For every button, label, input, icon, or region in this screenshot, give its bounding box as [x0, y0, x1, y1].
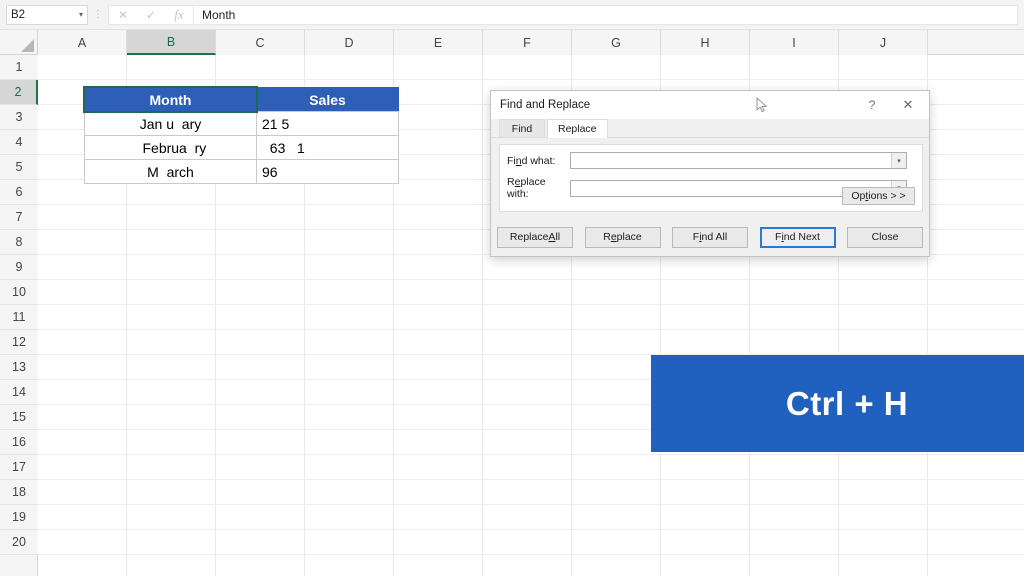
- row-header-9[interactable]: 9: [0, 255, 38, 280]
- formula-bar: B2 ▾ ⋮ ✕ ✓ fx Month: [0, 0, 1024, 30]
- close-icon[interactable]: ✕: [891, 91, 925, 119]
- row-header-10[interactable]: 10: [0, 280, 38, 305]
- row-header-3[interactable]: 3: [0, 105, 38, 130]
- grid-line-horizontal: [38, 479, 1024, 480]
- cell-month-february[interactable]: Februa ry: [84, 135, 257, 160]
- data-table: Month Sales Jan u ary 21 5 Februa ry 63 …: [83, 86, 399, 184]
- column-header-f[interactable]: F: [483, 30, 572, 55]
- column-header-d[interactable]: D: [305, 30, 394, 55]
- table-header-sales[interactable]: Sales: [256, 87, 399, 112]
- dialog-footer: Replace All Re place Fi nd All Fi nd Next C…: [491, 218, 929, 256]
- row-header-5[interactable]: 5: [0, 155, 38, 180]
- grid-line-vertical: [482, 55, 483, 576]
- formula-input[interactable]: Month: [193, 4, 1018, 25]
- dialog-body: Find what: ▾ Replace with: ▾ Options > >: [499, 144, 923, 212]
- grid-line-horizontal: [38, 304, 1024, 305]
- name-box-value: B2: [11, 8, 26, 21]
- chevron-down-icon[interactable]: ▾: [891, 153, 906, 168]
- table-row: Februa ry 63 1: [84, 135, 399, 160]
- column-header-j[interactable]: J: [839, 30, 928, 55]
- dialog-titlebar[interactable]: Find and Replace ? ✕: [491, 91, 929, 119]
- help-button[interactable]: ?: [855, 91, 889, 119]
- row-header-19[interactable]: 19: [0, 505, 38, 530]
- vertical-dots-icon[interactable]: ⋮: [88, 9, 108, 20]
- row-header-14[interactable]: 14: [0, 380, 38, 405]
- column-header-a[interactable]: A: [38, 30, 127, 55]
- find-next-button[interactable]: Fi nd Next: [759, 226, 836, 248]
- row-headers: 1 2 3 4 5 6 7 8 9 10 11 12 13 14 15 16 17 18 19 20: [0, 55, 38, 576]
- row-header-8[interactable]: 8: [0, 230, 38, 255]
- tab-find[interactable]: Find: [499, 119, 545, 137]
- table-header-month[interactable]: Month: [83, 86, 258, 113]
- row-header-20[interactable]: 20: [0, 530, 38, 555]
- find-and-replace-dialog[interactable]: Find and Replace ? ✕ Find Replace Find w…: [490, 90, 930, 257]
- insert-function-icon[interactable]: fx: [165, 7, 193, 23]
- find-what-label: Find what:: [507, 154, 556, 167]
- grid-line-horizontal: [38, 504, 1024, 505]
- grid-line-horizontal: [38, 454, 1024, 455]
- row-header-13[interactable]: 13: [0, 355, 38, 380]
- grid-line-horizontal: [38, 329, 1024, 330]
- select-all-triangle-icon: [21, 39, 34, 52]
- row-header-12[interactable]: 12: [0, 330, 38, 355]
- cell-month-january[interactable]: Jan u ary: [84, 111, 257, 136]
- options-button[interactable]: Op t ions > >: [842, 187, 915, 205]
- table-row: M arch 96: [84, 159, 399, 184]
- table-row: Jan u ary 21 5: [84, 111, 399, 136]
- grid-line-horizontal: [38, 279, 1024, 280]
- cell-sales-february[interactable]: 63 1: [256, 135, 399, 160]
- column-header-h[interactable]: H: [661, 30, 750, 55]
- row-header-4[interactable]: 4: [0, 130, 38, 155]
- row-header-6[interactable]: 6: [0, 180, 38, 205]
- formula-input-value: Month: [202, 7, 236, 22]
- column-header-c[interactable]: C: [216, 30, 305, 55]
- row-header-18[interactable]: 18: [0, 480, 38, 505]
- row-header-15[interactable]: 15: [0, 405, 38, 430]
- mouse-pointer-icon: [756, 97, 768, 113]
- row-header-2[interactable]: 2: [0, 80, 38, 105]
- replace-button[interactable]: Re place: [584, 226, 661, 248]
- find-what-row: Find what: ▾: [507, 152, 922, 169]
- row-header-7[interactable]: 7: [0, 205, 38, 230]
- replace-all-button[interactable]: Replace All: [497, 226, 573, 248]
- grid-line-horizontal: [38, 79, 1024, 80]
- shortcut-banner: Ctrl + H: [651, 355, 1024, 452]
- formula-bar-icons: ✕ ✓ fx: [108, 4, 193, 25]
- name-box[interactable]: B2 ▾: [6, 4, 88, 25]
- row-header-11[interactable]: 11: [0, 305, 38, 330]
- select-all-button[interactable]: [0, 30, 38, 55]
- column-header-g[interactable]: G: [572, 30, 661, 55]
- column-header-i[interactable]: I: [750, 30, 839, 55]
- column-header-b[interactable]: B: [127, 30, 216, 55]
- column-headers: ABCDEFGHIJ: [38, 30, 1024, 55]
- find-all-button[interactable]: Fi nd All: [672, 226, 748, 248]
- grid-line-horizontal: [38, 554, 1024, 555]
- dialog-tabs: Find Replace: [491, 119, 929, 138]
- chevron-down-icon[interactable]: ▾: [79, 10, 83, 19]
- table-header-row: Month Sales: [83, 86, 399, 113]
- cancel-icon[interactable]: ✕: [109, 8, 137, 22]
- cell-sales-january[interactable]: 21 5: [256, 111, 399, 136]
- close-button[interactable]: Close: [847, 226, 923, 248]
- row-header-1[interactable]: 1: [0, 55, 38, 80]
- dialog-title: Find and Replace: [500, 99, 591, 111]
- enter-icon[interactable]: ✓: [137, 8, 165, 22]
- cell-sales-march[interactable]: 96: [256, 159, 399, 184]
- cell-month-march[interactable]: M arch: [84, 159, 257, 184]
- find-what-input[interactable]: [571, 153, 891, 168]
- shortcut-banner-label: Ctrl + H: [785, 384, 909, 422]
- find-what-combo[interactable]: ▾: [570, 152, 907, 169]
- grid-line-horizontal: [38, 529, 1024, 530]
- column-header-e[interactable]: E: [394, 30, 483, 55]
- row-header-16[interactable]: 16: [0, 430, 38, 455]
- row-header-17[interactable]: 17: [0, 455, 38, 480]
- replace-with-label: Replace with:: [507, 176, 546, 200]
- tab-replace[interactable]: Replace: [547, 119, 608, 138]
